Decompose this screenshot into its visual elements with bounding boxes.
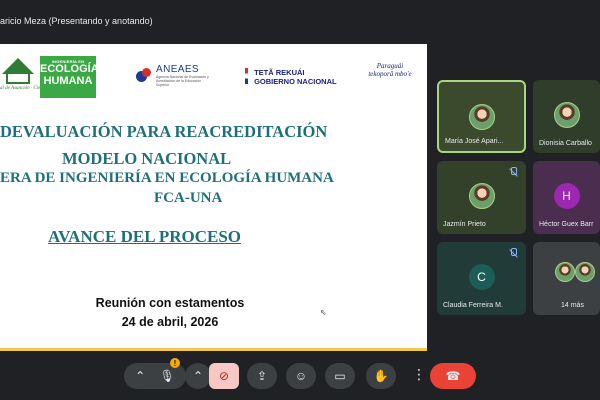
emoji-icon: ☺	[294, 369, 308, 383]
participant-photo	[468, 183, 495, 209]
more-options-icon[interactable]: ⋮	[412, 367, 426, 381]
aneaes-mark-icon	[136, 67, 152, 84]
camera-off-icon: ⊘	[218, 369, 230, 383]
participant-name: Claudia Ferreira M.	[443, 302, 503, 309]
title-line4: FCA-UNA	[154, 190, 223, 206]
aneaes-desc: Agencia Nacional de Evaluación y Acredit…	[156, 75, 209, 87]
raise-hand-button[interactable]: ✋	[366, 363, 396, 389]
participant-photo	[575, 262, 595, 282]
title-line1: DEVALUACIÓN PARA REACREDITACIÓN	[0, 122, 328, 141]
slide-subtitle: AVANCE DEL PROCESO	[48, 227, 242, 246]
microphone-icon[interactable]: 🎙	[160, 369, 175, 383]
captions-icon: ▭	[334, 369, 346, 383]
cursor-icon: ⇖	[320, 308, 327, 317]
participant-name: María José Apari...	[445, 138, 504, 145]
mic-off-icon	[508, 248, 518, 258]
participant-tile[interactable]: Jazmín Prieto	[437, 161, 526, 234]
title-line2: MODELO NACIONAL	[62, 149, 232, 168]
participant-name: Héctor Guex Barr	[539, 221, 594, 228]
aneaes-logo: ANEAES Agencia Nacional de Evaluación y …	[136, 64, 214, 87]
captions-button[interactable]: ▭	[325, 363, 355, 389]
hand-icon: ✋	[373, 369, 389, 383]
flag-icon	[245, 68, 248, 84]
reactions-button[interactable]: ☺	[286, 363, 316, 389]
participant-name: Dionisia Carballo	[539, 140, 592, 147]
tekuai-line2: GOBIERNO NACIONAL	[254, 77, 337, 86]
una-logo: al de Asunción · Ciencias Agrarias	[0, 58, 70, 96]
camera-options-button[interactable]: ⌃	[185, 363, 211, 389]
gobierno-nacional-logo: TETÃ REKUÁI GOBIERNO NACIONAL	[245, 68, 337, 86]
chevron-up-icon: ⌃	[192, 369, 204, 383]
tekuai-line1: TETÃ REKUÁI	[254, 68, 305, 77]
participant-tile[interactable]: C Claudia Ferreira M.	[437, 242, 526, 315]
presenter-label: aricio Meza (Presentando y anotando)	[0, 16, 153, 26]
slide-bottom-strip	[0, 348, 427, 351]
title-line3: ERA DE INGENIERÍA EN ECOLOGÍA HUMANA	[0, 170, 334, 186]
eco-logo-line1: ECOLOGÍA	[40, 63, 99, 75]
presentation-slide: al de Asunción · Ciencias Agrarias INGEN…	[0, 44, 427, 350]
chevron-up-icon[interactable]: ⌃	[135, 369, 145, 383]
eco-logo-line2: HUMANA	[43, 75, 93, 87]
warning-icon: !	[170, 358, 180, 368]
ecologia-humana-logo: INGENIERÍA EN ECOLOGÍA HUMANA	[40, 56, 99, 98]
meeting-line2: 24 de abril, 2026	[121, 315, 219, 329]
meet-stage: aricio Meza (Presentando y anotando) al …	[0, 0, 600, 400]
hang-up-icon: ☎	[445, 369, 461, 383]
more-participants-tile[interactable]: 14 más	[533, 242, 600, 315]
paraguay-logo: Paraguái tekoporã mbo'e	[368, 62, 412, 78]
meeting-info: Reunión con estamentos 24 de abril, 2026	[0, 294, 340, 332]
participant-tile[interactable]: María José Apari...	[437, 80, 526, 153]
participant-tile[interactable]: H Héctor Guex Barr	[533, 161, 600, 234]
aneaes-name: ANEAES	[156, 64, 199, 75]
logo-row: al de Asunción · Ciencias Agrarias INGEN…	[0, 50, 427, 98]
present-screen-icon: ⇪	[256, 369, 268, 383]
participant-avatar: C	[468, 264, 495, 290]
mic-off-icon	[508, 167, 518, 177]
participant-photo	[555, 262, 575, 282]
present-button[interactable]: ⇪	[247, 363, 277, 389]
participant-photo	[468, 104, 495, 130]
participant-avatar: H	[553, 183, 580, 209]
more-participants-count: 14 más	[561, 302, 584, 309]
camera-off-button[interactable]: ⊘	[209, 363, 239, 389]
participant-tile[interactable]: Dionisia Carballo	[533, 80, 600, 153]
meeting-line1: Reunión con estamentos	[95, 296, 245, 310]
participant-photo	[553, 102, 580, 128]
participant-name: Jazmín Prieto	[443, 221, 486, 228]
leave-call-button[interactable]: ☎	[430, 363, 476, 389]
